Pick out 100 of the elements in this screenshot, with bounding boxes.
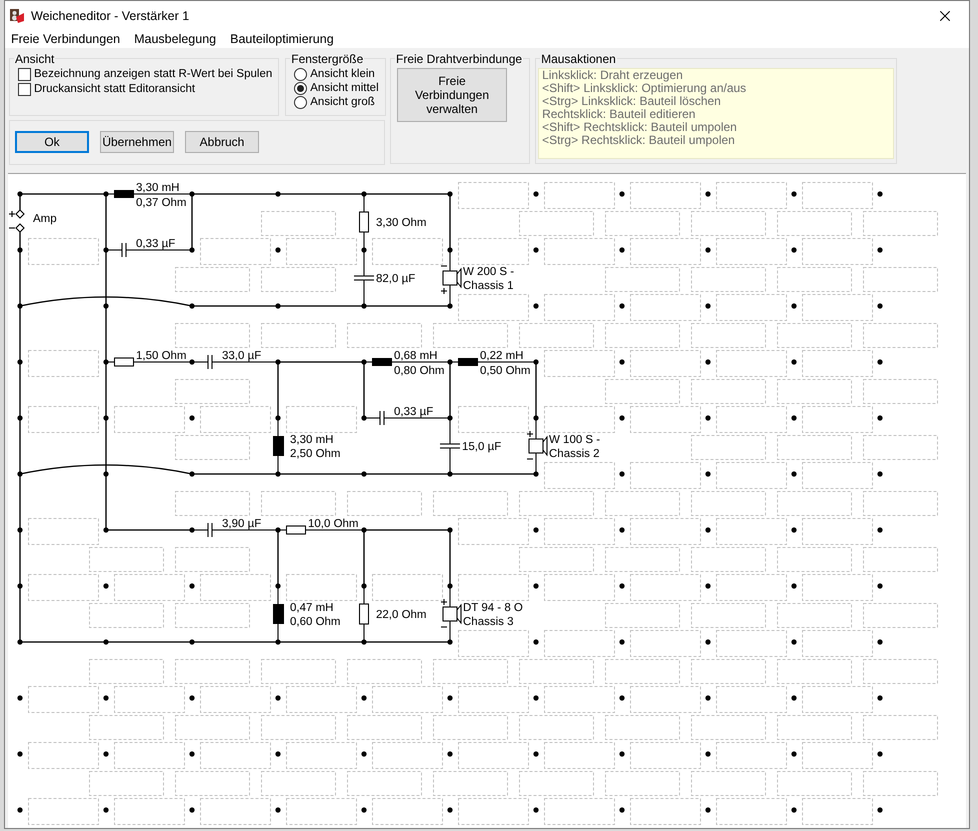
empty-slot[interactable] bbox=[777, 771, 852, 796]
junction-dot[interactable] bbox=[275, 583, 281, 589]
empty-slot[interactable] bbox=[691, 379, 766, 404]
empty-slot[interactable] bbox=[863, 771, 938, 796]
radio-button[interactable] bbox=[294, 96, 308, 109]
junction-dot[interactable] bbox=[447, 583, 453, 589]
junction-dot[interactable] bbox=[447, 527, 453, 533]
radio-button[interactable] bbox=[294, 68, 308, 81]
junction-dot[interactable] bbox=[877, 415, 883, 421]
empty-slot[interactable] bbox=[777, 267, 852, 292]
junction-dot[interactable] bbox=[791, 415, 797, 421]
empty-slot[interactable] bbox=[691, 715, 766, 740]
junction-dot[interactable] bbox=[17, 527, 23, 533]
empty-slot[interactable] bbox=[863, 491, 938, 516]
junction-dot[interactable] bbox=[189, 191, 195, 197]
empty-slot[interactable] bbox=[863, 715, 938, 740]
empty-slot[interactable] bbox=[605, 379, 680, 404]
junction-dot[interactable] bbox=[791, 527, 797, 533]
junction-dot[interactable] bbox=[361, 303, 367, 309]
junction-dot[interactable] bbox=[533, 303, 539, 309]
junction-dot[interactable] bbox=[17, 807, 23, 813]
empty-slot[interactable] bbox=[433, 771, 508, 796]
junction-dot[interactable] bbox=[189, 695, 195, 701]
empty-slot[interactable] bbox=[691, 771, 766, 796]
empty-slot[interactable] bbox=[175, 323, 250, 348]
junction-dot[interactable] bbox=[103, 247, 109, 253]
junction-dot[interactable] bbox=[189, 359, 195, 365]
empty-slot[interactable] bbox=[89, 659, 164, 684]
empty-slot[interactable] bbox=[261, 267, 336, 292]
junction-dot[interactable] bbox=[275, 639, 281, 645]
junction-dot[interactable] bbox=[17, 359, 23, 365]
junction-dot[interactable] bbox=[275, 751, 281, 757]
empty-slot[interactable] bbox=[863, 547, 938, 572]
junction-dot[interactable] bbox=[877, 807, 883, 813]
empty-slot[interactable] bbox=[175, 603, 250, 628]
empty-slot[interactable] bbox=[433, 323, 508, 348]
junction-dot[interactable] bbox=[103, 751, 109, 757]
junction-dot[interactable] bbox=[533, 527, 539, 533]
checkbox-label[interactable]: Druckansicht statt Editoransicht bbox=[34, 83, 196, 96]
junction-dot[interactable] bbox=[103, 471, 109, 477]
empty-slot[interactable] bbox=[777, 547, 852, 572]
radio-label[interactable]: Ansicht klein bbox=[310, 68, 375, 80]
junction-dot[interactable] bbox=[103, 415, 109, 421]
junction-dot[interactable] bbox=[103, 359, 109, 365]
junction-dot[interactable] bbox=[189, 415, 195, 421]
empty-slot[interactable] bbox=[89, 771, 164, 796]
empty-slot[interactable] bbox=[433, 491, 508, 516]
empty-slot[interactable] bbox=[605, 547, 680, 572]
junction-dot[interactable] bbox=[619, 751, 625, 757]
junction-dot[interactable] bbox=[877, 471, 883, 477]
empty-slot[interactable] bbox=[691, 267, 766, 292]
junction-dot[interactable] bbox=[275, 359, 281, 365]
empty-slot[interactable] bbox=[347, 771, 422, 796]
junction-dot[interactable] bbox=[877, 359, 883, 365]
empty-slot[interactable] bbox=[261, 211, 336, 236]
empty-slot[interactable] bbox=[691, 603, 766, 628]
junction-dot[interactable] bbox=[17, 639, 23, 645]
empty-slot[interactable] bbox=[175, 379, 250, 404]
junction-dot[interactable] bbox=[791, 807, 797, 813]
junction-dot[interactable] bbox=[17, 415, 23, 421]
empty-slot[interactable] bbox=[605, 267, 680, 292]
radio-button[interactable] bbox=[294, 82, 308, 95]
empty-slot[interactable] bbox=[261, 323, 336, 348]
junction-dot[interactable] bbox=[17, 303, 23, 309]
empty-slot[interactable] bbox=[605, 659, 680, 684]
empty-slot[interactable] bbox=[175, 267, 250, 292]
junction-dot[interactable] bbox=[791, 247, 797, 253]
empty-slot[interactable] bbox=[519, 659, 594, 684]
junction-dot[interactable] bbox=[619, 695, 625, 701]
checkbox[interactable] bbox=[18, 68, 31, 81]
junction-dot[interactable] bbox=[361, 359, 367, 365]
empty-slot[interactable] bbox=[519, 323, 594, 348]
junction-dot[interactable] bbox=[361, 527, 367, 533]
dialog-button[interactable]: Abbruch bbox=[185, 131, 259, 154]
empty-slot[interactable] bbox=[175, 435, 250, 460]
junction-dot[interactable] bbox=[275, 415, 281, 421]
junction-dot[interactable] bbox=[361, 583, 367, 589]
junction-dot[interactable] bbox=[877, 247, 883, 253]
junction-dot[interactable] bbox=[17, 471, 23, 477]
junction-dot[interactable] bbox=[103, 639, 109, 645]
junction-dot[interactable] bbox=[189, 751, 195, 757]
empty-slot[interactable] bbox=[605, 603, 680, 628]
junction-dot[interactable] bbox=[533, 807, 539, 813]
empty-slot[interactable] bbox=[89, 547, 164, 572]
junction-dot[interactable] bbox=[791, 583, 797, 589]
empty-slot[interactable] bbox=[863, 603, 938, 628]
junction-dot[interactable] bbox=[275, 527, 281, 533]
empty-slot[interactable] bbox=[175, 547, 250, 572]
manage-connections-button[interactable]: Freie Verbindungen verwalten bbox=[397, 68, 507, 122]
empty-slot[interactable] bbox=[863, 379, 938, 404]
junction-dot[interactable] bbox=[275, 247, 281, 253]
junction-dot[interactable] bbox=[705, 415, 711, 421]
junction-dot[interactable] bbox=[619, 303, 625, 309]
junction-dot[interactable] bbox=[533, 583, 539, 589]
junction-dot[interactable] bbox=[877, 527, 883, 533]
junction-dot[interactable] bbox=[533, 191, 539, 197]
junction-dot[interactable] bbox=[361, 807, 367, 813]
junction-dot[interactable] bbox=[619, 639, 625, 645]
empty-slot[interactable] bbox=[863, 323, 938, 348]
junction-dot[interactable] bbox=[447, 807, 453, 813]
